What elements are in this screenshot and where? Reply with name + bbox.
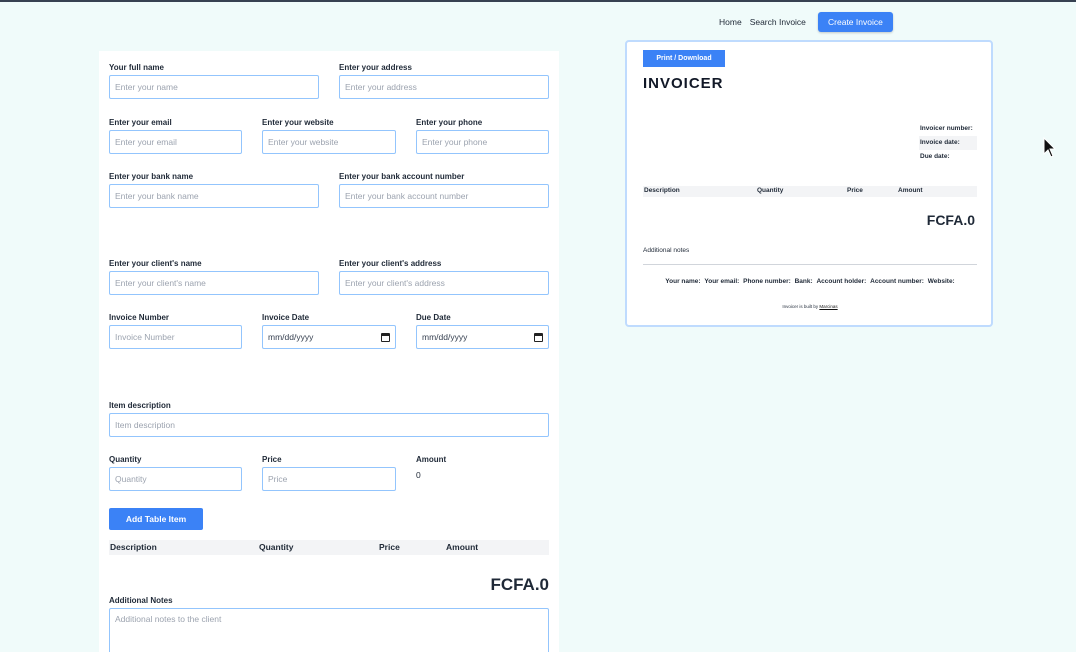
client-name-input[interactable] xyxy=(109,271,319,295)
invoice-number-input[interactable] xyxy=(109,325,242,349)
add-table-item-button[interactable]: Add Table Item xyxy=(109,508,203,530)
nav-home-link[interactable]: Home xyxy=(719,17,742,27)
price-input[interactable] xyxy=(262,467,396,491)
footer-account-number: Account number: xyxy=(870,278,924,285)
invoice-number-meta: Invoicer number: xyxy=(920,125,973,132)
print-download-button[interactable]: Print / Download xyxy=(643,50,725,67)
phone-label: Enter your phone xyxy=(416,118,483,127)
address-field: Enter your address xyxy=(339,63,549,99)
footer-account-holder: Account holder: xyxy=(816,278,867,285)
built-by-credit: Invoicer is built by Marcinas xyxy=(643,304,977,309)
preview-table-header: Description Quantity Price Amount xyxy=(643,186,977,197)
additional-notes-field: Additional Notes xyxy=(109,596,549,652)
quantity-label: Quantity xyxy=(109,455,142,464)
price-label: Price xyxy=(262,455,282,464)
due-date-label: Due Date xyxy=(416,313,451,322)
invoice-preview: Print / Download INVOICER Invoicer numbe… xyxy=(625,40,993,327)
client-name-label: Enter your client's name xyxy=(109,259,202,268)
invoice-date-input[interactable]: mm/dd/yyyy xyxy=(262,325,396,349)
preview-notes-label: Additional notes xyxy=(643,247,690,254)
bank-account-field: Enter your bank account number xyxy=(339,172,549,208)
full-name-field: Your full name xyxy=(109,63,319,99)
built-by-text: Invoicer is built by xyxy=(782,304,819,309)
invoice-date-label: Invoice Date xyxy=(262,313,310,322)
column-description: Description xyxy=(110,542,157,552)
phone-input[interactable] xyxy=(416,130,549,154)
footer-website: Website: xyxy=(927,278,955,285)
additional-notes-label: Additional Notes xyxy=(109,596,173,605)
items-table-header: Description Quantity Price Amount xyxy=(109,540,549,555)
preview-column-price: Price xyxy=(847,187,863,194)
calendar-icon[interactable] xyxy=(381,332,390,342)
email-input[interactable] xyxy=(109,130,242,154)
preview-footer: Your name: Your email: Phone number: Ban… xyxy=(643,278,977,285)
due-date-field: Due Date mm/dd/yyyy xyxy=(416,313,549,349)
footer-phone: Phone number: xyxy=(743,278,791,285)
address-input[interactable] xyxy=(339,75,549,99)
bank-name-field: Enter your bank name xyxy=(109,172,319,208)
amount-label: Amount xyxy=(416,455,447,464)
preview-column-amount: Amount xyxy=(898,187,923,194)
preview-meta: Invoicer number: Invoice date: Due date: xyxy=(919,122,977,164)
due-date-meta: Due date: xyxy=(920,153,950,160)
phone-field: Enter your phone xyxy=(416,118,549,154)
item-description-field: Item description xyxy=(109,401,549,437)
top-nav: Home Search Invoice Create Invoice xyxy=(719,12,893,32)
price-field: Price xyxy=(262,455,396,491)
column-price: Price xyxy=(379,542,400,552)
preview-total: FCFA.0 xyxy=(926,212,975,228)
client-address-input[interactable] xyxy=(339,271,549,295)
invoice-date-meta: Invoice date: xyxy=(919,136,977,150)
invoice-form: Your full name Enter your address Enter … xyxy=(99,51,559,652)
preview-column-quantity: Quantity xyxy=(757,187,784,194)
amount-value: 0 xyxy=(416,470,421,480)
bank-name-input[interactable] xyxy=(109,184,319,208)
mouse-cursor-icon xyxy=(1043,136,1057,164)
footer-name: Your name: xyxy=(665,278,701,285)
client-name-field: Enter your client's name xyxy=(109,259,319,295)
bank-name-label: Enter your bank name xyxy=(109,172,194,181)
calendar-icon[interactable] xyxy=(534,332,543,342)
bank-account-label: Enter your bank account number xyxy=(339,172,465,181)
footer-email: Your email: xyxy=(704,278,740,285)
column-amount: Amount xyxy=(446,542,479,552)
column-quantity: Quantity xyxy=(259,542,294,552)
preview-title: INVOICER xyxy=(643,75,724,92)
top-border xyxy=(0,0,1076,2)
quantity-field: Quantity xyxy=(109,455,242,491)
website-label: Enter your website xyxy=(262,118,334,127)
preview-column-description: Description xyxy=(644,187,680,194)
create-invoice-button[interactable]: Create Invoice xyxy=(817,12,893,32)
full-name-input[interactable] xyxy=(109,75,319,99)
preview-divider xyxy=(643,264,977,265)
due-date-input[interactable]: mm/dd/yyyy xyxy=(416,325,549,349)
built-by-link[interactable]: Marcinas xyxy=(819,304,837,309)
bank-account-input[interactable] xyxy=(339,184,549,208)
item-description-label: Item description xyxy=(109,401,171,410)
invoice-number-field: Invoice Number xyxy=(109,313,242,349)
address-label: Enter your address xyxy=(339,63,412,72)
amount-field: Amount 0 xyxy=(416,455,549,480)
client-address-label: Enter your client's address xyxy=(339,259,442,268)
item-description-input[interactable] xyxy=(109,413,549,437)
email-label: Enter your email xyxy=(109,118,172,127)
website-field: Enter your website xyxy=(262,118,396,154)
client-address-field: Enter your client's address xyxy=(339,259,549,295)
quantity-input[interactable] xyxy=(109,467,242,491)
footer-bank: Bank: xyxy=(794,278,813,285)
email-field: Enter your email xyxy=(109,118,242,154)
form-total: FCFA.0 xyxy=(490,575,549,594)
nav-search-invoice-link[interactable]: Search Invoice xyxy=(750,17,806,27)
full-name-label: Your full name xyxy=(109,63,164,72)
invoice-date-value: mm/dd/yyyy xyxy=(268,332,314,342)
invoice-date-field: Invoice Date mm/dd/yyyy xyxy=(262,313,396,349)
due-date-value: mm/dd/yyyy xyxy=(422,332,468,342)
additional-notes-input[interactable] xyxy=(109,608,549,652)
website-input[interactable] xyxy=(262,130,396,154)
invoice-number-label: Invoice Number xyxy=(109,313,170,322)
